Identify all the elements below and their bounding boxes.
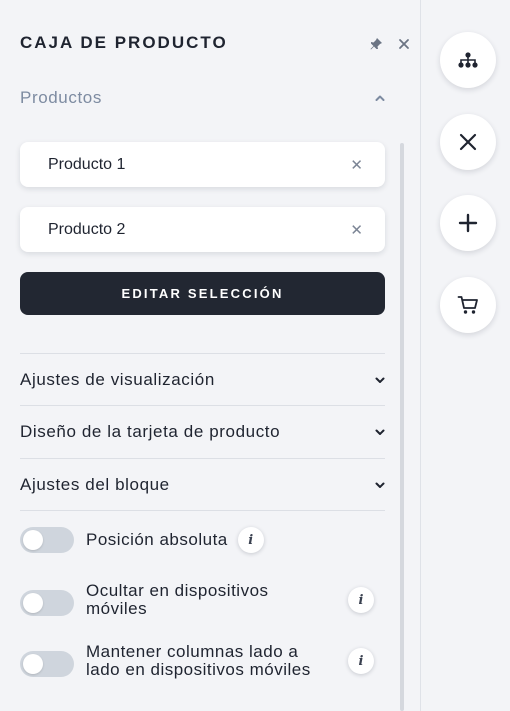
divider bbox=[20, 458, 385, 459]
toggle-label-line: Mantener columnas lado a bbox=[86, 642, 299, 661]
product-item: Producto 2 ✕ bbox=[20, 207, 385, 252]
info-icon[interactable]: i bbox=[237, 527, 264, 553]
toggle-row-hide-mobile: Ocultar en dispositivos móviles i bbox=[20, 582, 385, 618]
cart-button[interactable] bbox=[440, 277, 496, 333]
info-icon[interactable]: i bbox=[348, 587, 374, 613]
product-item-label: Producto 1 bbox=[48, 155, 126, 173]
product-item-label: Producto 2 bbox=[48, 220, 126, 238]
section-products-label: Productos bbox=[20, 88, 102, 107]
structure-button[interactable] bbox=[440, 32, 496, 88]
panel-title: CAJA DE PRODUCTO bbox=[20, 33, 228, 52]
toggle-knob bbox=[23, 530, 43, 550]
product-item: Producto 1 ✕ bbox=[20, 142, 385, 187]
scrollbar[interactable] bbox=[400, 143, 404, 711]
divider bbox=[20, 510, 385, 511]
section-card-design[interactable]: Diseño de la tarjeta de producto bbox=[20, 421, 386, 443]
toggle-label: Ocultar en dispositivos móviles bbox=[86, 582, 334, 618]
absolute-position-toggle[interactable] bbox=[20, 527, 74, 553]
remove-product-icon[interactable]: ✕ bbox=[350, 156, 363, 174]
toggle-label-line: móviles bbox=[86, 599, 148, 618]
chevron-up-icon bbox=[375, 95, 385, 101]
toggle-label: Mantener columnas lado a lado en disposi… bbox=[86, 643, 334, 679]
chevron-down-icon bbox=[375, 482, 385, 488]
section-display-settings[interactable]: Ajustes de visualización bbox=[20, 369, 386, 391]
section-label: Ajustes de visualización bbox=[20, 370, 215, 389]
chevron-down-icon bbox=[375, 429, 385, 435]
close-icon bbox=[459, 133, 477, 151]
edit-selection-button[interactable]: EDITAR SELECCIÓN bbox=[20, 272, 385, 315]
toggle-row-keep-columns: Mantener columnas lado a lado en disposi… bbox=[20, 643, 385, 679]
toggle-label: Posición absoluta bbox=[86, 530, 228, 549]
chevron-down-icon bbox=[375, 377, 385, 383]
sitemap-icon bbox=[458, 52, 478, 68]
toggle-label-line: lado en dispositivos móviles bbox=[86, 660, 311, 679]
remove-product-icon[interactable]: ✕ bbox=[350, 221, 363, 239]
divider bbox=[20, 405, 385, 406]
section-block-settings[interactable]: Ajustes del bloque bbox=[20, 474, 386, 496]
toggle-knob bbox=[23, 593, 43, 613]
close-button[interactable] bbox=[440, 114, 496, 170]
hide-on-mobile-toggle[interactable] bbox=[20, 590, 74, 616]
section-label: Diseño de la tarjeta de producto bbox=[20, 422, 281, 441]
pin-icon[interactable] bbox=[369, 37, 383, 51]
plus-icon bbox=[458, 213, 478, 233]
close-icon[interactable] bbox=[397, 38, 411, 52]
divider bbox=[20, 353, 385, 354]
right-toolbar bbox=[421, 0, 510, 711]
info-icon[interactable]: i bbox=[348, 648, 374, 674]
cart-icon bbox=[457, 296, 478, 314]
add-button[interactable] bbox=[440, 195, 496, 251]
section-products-header[interactable]: Productos bbox=[20, 87, 386, 109]
keep-columns-toggle[interactable] bbox=[20, 651, 74, 677]
section-label: Ajustes del bloque bbox=[20, 475, 170, 494]
product-box-panel: CAJA DE PRODUCTO Productos Producto 1 ✕ … bbox=[0, 0, 420, 711]
toggle-row-absolute-position: Posición absoluta i bbox=[20, 527, 385, 553]
toggle-knob bbox=[23, 654, 43, 674]
toggle-label-line: Ocultar en dispositivos bbox=[86, 581, 269, 600]
